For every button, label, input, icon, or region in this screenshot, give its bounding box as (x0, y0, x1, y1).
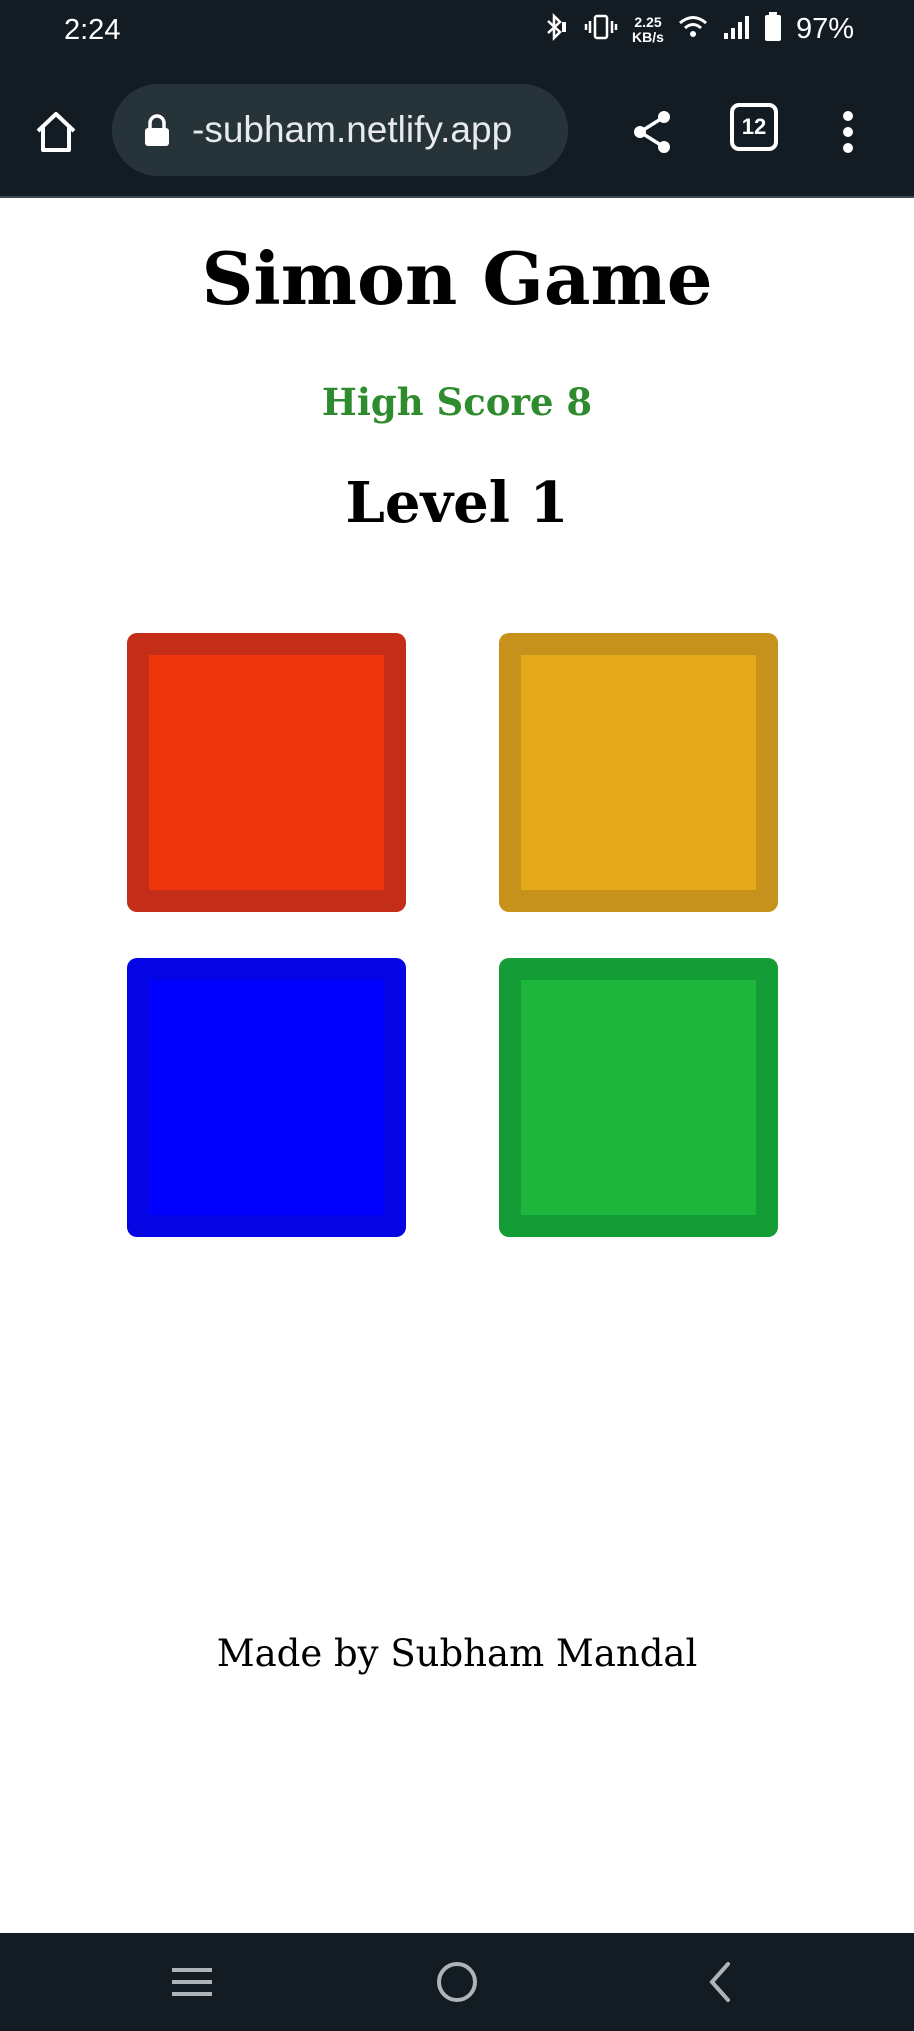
signal-icon (722, 13, 750, 46)
more-vert-icon[interactable] (830, 102, 866, 162)
url-text[interactable]: -subham.netlify.app (192, 109, 512, 151)
home-icon[interactable] (26, 102, 86, 162)
simon-button-yellow[interactable] (499, 633, 778, 912)
status-icons: 2.25 KB/s 97% (540, 12, 854, 47)
battery-percent: 97% (795, 13, 854, 45)
system-nav-bar (0, 1933, 914, 2031)
footer-credit: Made by Subham Mandal (216, 1632, 698, 1675)
recents-icon[interactable] (162, 1957, 222, 2007)
high-score: High Score 8 (321, 380, 593, 424)
simon-button-red[interactable] (127, 633, 406, 912)
wifi-icon (678, 13, 708, 46)
tabs-icon[interactable]: 12 (730, 103, 778, 151)
page-title: Simon Game (201, 236, 713, 321)
home-circle-icon[interactable] (427, 1957, 487, 2007)
tab-count: 12 (741, 114, 767, 139)
net-speed-unit: KB/s (632, 28, 664, 45)
share-icon[interactable] (622, 100, 682, 164)
simon-button-green[interactable] (499, 958, 778, 1237)
simon-button-blue[interactable] (127, 958, 406, 1237)
net-speed-value: 2.25 (634, 13, 662, 30)
battery-icon (764, 12, 782, 47)
net-speed: 2.25 KB/s (632, 13, 664, 45)
browser-toolbar: -subham.netlify.app 12 (0, 66, 914, 198)
bluetooth-icon (540, 12, 570, 47)
back-icon[interactable] (690, 1957, 750, 2007)
vibrate-icon (584, 12, 618, 47)
lock-icon[interactable] (142, 114, 172, 148)
status-bar: 2:24 2.25 KB/s 97% (0, 0, 914, 66)
address-bar[interactable]: -subham.netlify.app (112, 84, 568, 176)
level-title: Level 1 (345, 470, 569, 536)
status-time: 2:24 (64, 14, 121, 46)
